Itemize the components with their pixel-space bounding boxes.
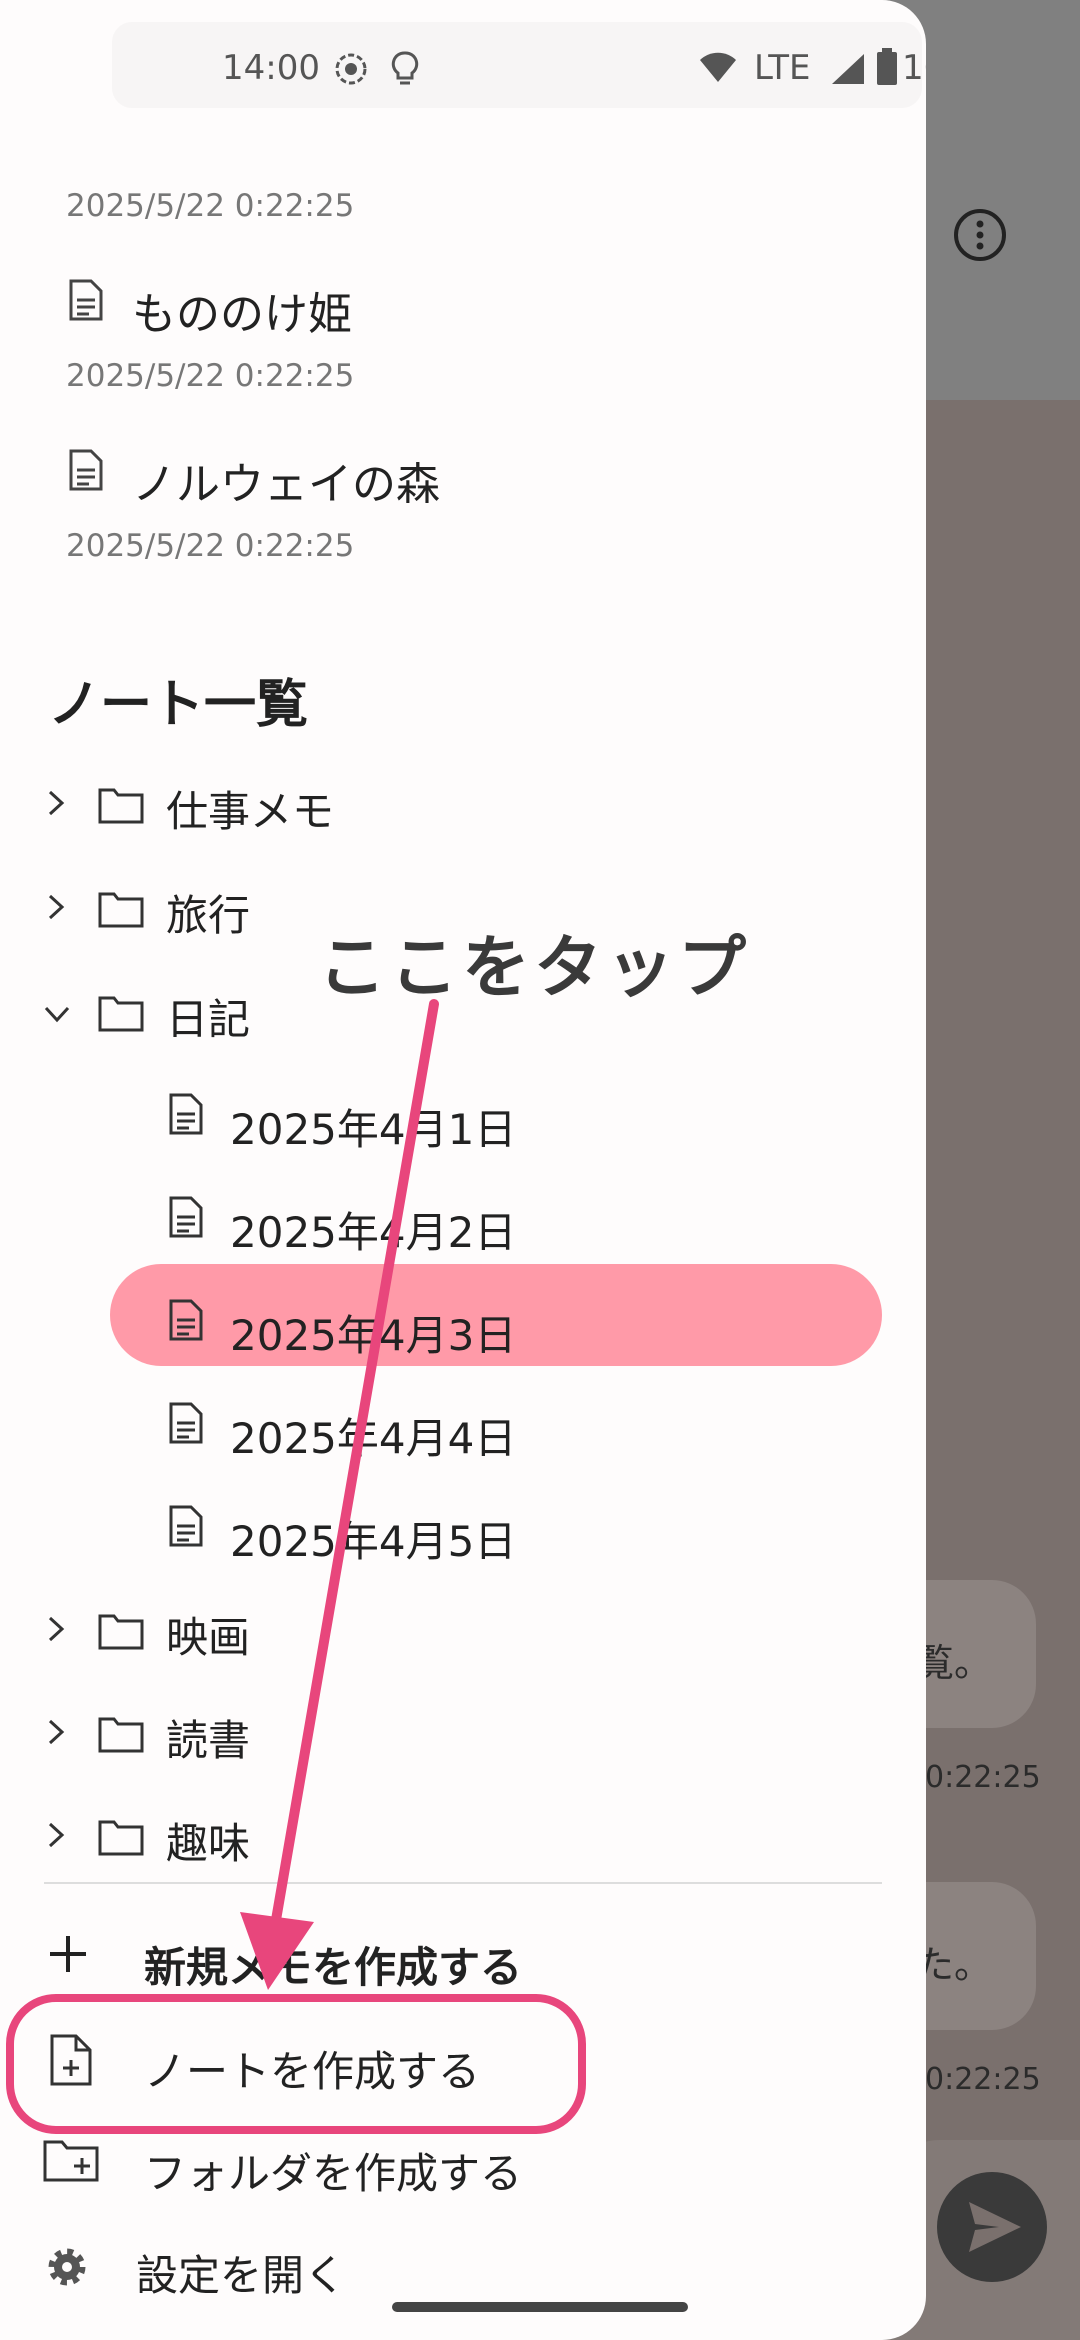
chevron-right-icon: [48, 894, 65, 920]
folder-row[interactable]: 趣味: [0, 1792, 926, 1888]
note-row-selected[interactable]: 2025年4月3日: [0, 1278, 926, 1374]
folder-row[interactable]: 読書: [0, 1689, 926, 1785]
note-row[interactable]: 2025年4月2日: [0, 1175, 926, 1271]
folder-label: 旅行: [166, 891, 251, 940]
chevron-right-icon: [48, 1719, 65, 1745]
send-button: [937, 2172, 1047, 2282]
tutorial-callout: ここをタップ: [318, 929, 751, 1008]
settings-label: 設定を開く: [136, 2251, 347, 2300]
note-label: 2025年4月2日: [230, 1208, 517, 1257]
folder-label: 読書: [166, 1716, 251, 1765]
folder-row[interactable]: 映画: [0, 1586, 926, 1682]
send-icon: [969, 2202, 1021, 2252]
new-memo-label: 新規メモを作成する: [144, 1943, 523, 1992]
document-icon: [169, 1299, 203, 1341]
note-label: 2025年4月5日: [230, 1517, 517, 1566]
note-label: 2025年4月1日: [230, 1105, 517, 1154]
chevron-right-icon: [48, 1822, 65, 1848]
recent-note-title: もののけ姫: [132, 289, 352, 340]
folder-label: 日記: [166, 995, 251, 1044]
recent-note-date: 2025/5/22 0:22:25: [66, 528, 355, 564]
note-label: 2025年4月4日: [230, 1414, 517, 1463]
document-icon: [169, 1196, 203, 1238]
folder-icon: [98, 892, 144, 928]
plus-icon: [50, 1936, 86, 1972]
folder-icon: [98, 1717, 144, 1753]
status-time: 14:00: [222, 48, 320, 88]
notes-section-title: ノート一覧: [48, 675, 309, 735]
lightbulb-icon: [391, 51, 419, 85]
screen-record-icon: [335, 53, 367, 85]
folder-label: 映画: [166, 1613, 251, 1662]
status-bar: 14:00 LTE 100%: [112, 22, 926, 108]
note-row[interactable]: 2025年4月1日: [0, 1072, 926, 1168]
folder-row[interactable]: 仕事メモ: [0, 760, 926, 856]
gear-icon: [48, 2248, 86, 2286]
document-icon: [69, 279, 103, 321]
note-row[interactable]: 2025年4月5日: [0, 1484, 926, 1580]
folder-label: 仕事メモ: [166, 787, 335, 836]
note-label: 2025年4月3日: [230, 1311, 517, 1360]
battery-level: 100%: [902, 48, 926, 88]
note-row[interactable]: 2025年4月4日: [0, 1381, 926, 1477]
document-icon: [169, 1093, 203, 1135]
new-folder-label: フォルダを作成する: [144, 2149, 523, 2198]
network-type: LTE: [754, 48, 811, 88]
recent-note-date: 2025/5/22 0:22:25: [66, 358, 355, 394]
tutorial-highlight-box: [6, 1994, 586, 2134]
recent-note-date: 2025/5/22 0:22:25: [66, 188, 355, 224]
document-icon: [169, 1505, 203, 1547]
divider: [44, 1882, 882, 1884]
battery-icon: [877, 48, 897, 85]
document-icon: [169, 1402, 203, 1444]
chevron-down-icon: [44, 1006, 70, 1023]
home-indicator[interactable]: [392, 2302, 688, 2312]
chevron-right-icon: [48, 1616, 65, 1642]
recent-note-title: ノルウェイの森: [132, 459, 440, 510]
navigation-drawer: 14:00 LTE 100% 2025/5/22 0:22:25 もののけ姫 2…: [0, 0, 926, 2340]
document-icon: [69, 449, 103, 491]
folder-icon: [98, 1820, 144, 1856]
folder-icon: [98, 996, 144, 1032]
chevron-right-icon: [48, 790, 65, 816]
chat-time: 0:22:25: [925, 2062, 1041, 2097]
folder-icon: [98, 788, 144, 824]
chat-time: 0:22:25: [925, 1760, 1041, 1795]
more-options-icon: [954, 209, 1006, 261]
folder-label: 趣味: [166, 1819, 251, 1868]
signal-icon: [832, 54, 864, 84]
wifi-icon: [700, 52, 736, 82]
create-folder-icon: [43, 2140, 99, 2182]
folder-icon: [98, 1614, 144, 1650]
